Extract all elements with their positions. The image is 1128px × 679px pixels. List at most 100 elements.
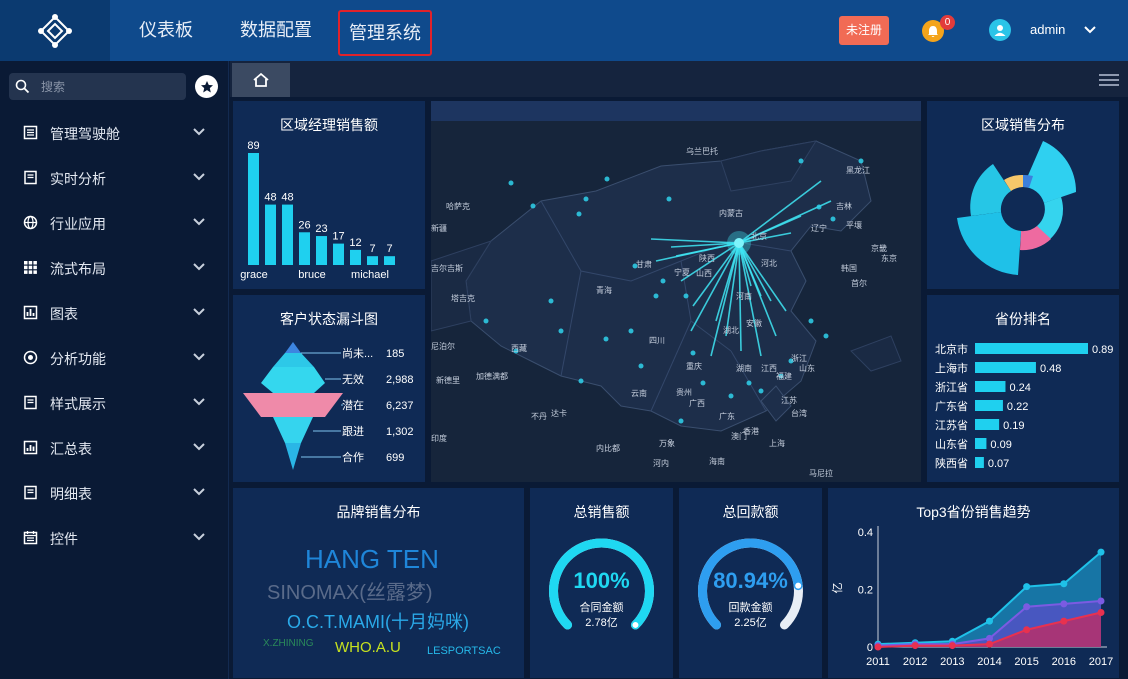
rank-bar[interactable]	[975, 362, 1036, 373]
menu-icon[interactable]	[1099, 73, 1119, 87]
series-point[interactable]	[911, 642, 919, 650]
city-point[interactable]	[578, 378, 584, 384]
rank-bar[interactable]	[975, 457, 984, 468]
favorites-star-icon[interactable]	[195, 75, 218, 98]
x-tick-label: 2012	[903, 656, 927, 668]
series-point[interactable]	[986, 617, 993, 625]
rose-pie-chart[interactable]	[927, 101, 1119, 289]
hub-point[interactable]	[734, 238, 744, 248]
rank-bar[interactable]	[975, 419, 1000, 430]
sidebar-item-realtime[interactable]: 实时分析	[0, 155, 229, 200]
sidebar-item-industry[interactable]: 行业应用	[0, 200, 229, 245]
bar[interactable]	[350, 249, 361, 265]
series-point[interactable]	[1060, 617, 1068, 625]
total-sales-panel: 总销售额 100% 合同金额 2.78亿	[530, 488, 673, 678]
brand-word[interactable]: LESPORTSAC	[427, 645, 501, 657]
rank-bar[interactable]	[975, 400, 1003, 411]
sidebar-item-details[interactable]: 明细表	[0, 470, 229, 515]
funnel-stage-6[interactable]	[285, 443, 301, 470]
city-point[interactable]	[666, 196, 672, 202]
series-point[interactable]	[948, 642, 956, 650]
tab-home[interactable]	[232, 63, 290, 97]
city-point[interactable]	[683, 293, 689, 299]
series-point[interactable]	[1060, 600, 1068, 608]
bar[interactable]	[367, 256, 378, 265]
brand-word[interactable]: X.ZHINING	[263, 638, 314, 649]
rank-bar[interactable]	[975, 438, 987, 449]
rank-bar[interactable]	[975, 381, 1006, 392]
funnel-stage-2[interactable]	[273, 353, 314, 367]
username[interactable]: admin	[1030, 22, 1065, 37]
sidebar-item-summary[interactable]: 汇总表	[0, 425, 229, 470]
city-point[interactable]	[548, 298, 554, 304]
series-point[interactable]	[874, 643, 882, 651]
bar[interactable]	[265, 204, 276, 265]
city-point[interactable]	[690, 350, 696, 356]
search-input[interactable]	[41, 73, 181, 100]
city-point[interactable]	[728, 393, 734, 399]
funnel-stage-3b[interactable]	[261, 367, 325, 393]
logo[interactable]	[0, 0, 110, 61]
chevron-down-icon[interactable]	[1083, 20, 1097, 40]
series-point[interactable]	[1023, 583, 1031, 591]
brand-word[interactable]: WHO.A.U	[335, 639, 401, 656]
pie-slice[interactable]	[1023, 141, 1077, 203]
city-point[interactable]	[603, 336, 609, 342]
china-flow-map[interactable]: 乌兰巴托黑龙江吉林辽宁 内蒙古北京甘肃宁夏青海 山西 河北河南湖北安徽四川 陕西重庆贵州…	[431, 121, 921, 482]
city-point[interactable]	[798, 158, 804, 164]
rank-bar[interactable]	[975, 343, 1088, 354]
city-point[interactable]	[583, 196, 589, 202]
city-point[interactable]	[558, 328, 564, 334]
nav-management-system[interactable]: 管理系统	[338, 10, 432, 56]
brand-word[interactable]: HANG TEN	[305, 544, 439, 574]
city-point[interactable]	[700, 380, 706, 386]
city-point[interactable]	[653, 293, 659, 299]
bar[interactable]	[316, 236, 327, 265]
sidebar-item-styles[interactable]: 样式展示	[0, 380, 229, 425]
city-point[interactable]	[638, 363, 644, 369]
series-point[interactable]	[1097, 609, 1105, 616]
bar[interactable]	[384, 256, 395, 265]
funnel-stage-5[interactable]	[273, 417, 313, 443]
bar[interactable]	[282, 204, 293, 265]
bar[interactable]	[248, 153, 259, 265]
city-point[interactable]	[508, 180, 514, 186]
city-point[interactable]	[758, 388, 764, 394]
bar[interactable]	[299, 232, 310, 265]
sidebar-item-analysis[interactable]: 分析功能	[0, 335, 229, 380]
pie-slice[interactable]	[970, 164, 1011, 216]
sidebar-item-flow-layout[interactable]: 流式布局	[0, 245, 229, 290]
city-point[interactable]	[660, 278, 666, 284]
series-point[interactable]	[986, 640, 993, 648]
nav-data-config[interactable]: 数据配置	[240, 0, 312, 61]
pie-slice[interactable]	[957, 212, 1021, 275]
city-point[interactable]	[858, 158, 864, 164]
series-point[interactable]	[1023, 626, 1031, 634]
avatar[interactable]	[989, 19, 1011, 41]
brand-word[interactable]: O.C.T.MAMI(十月妈咪)	[287, 612, 469, 632]
city-point[interactable]	[816, 204, 822, 210]
series-point[interactable]	[1060, 580, 1068, 588]
series-point[interactable]	[1097, 548, 1105, 556]
city-point[interactable]	[483, 318, 489, 324]
city-point[interactable]	[678, 418, 684, 424]
city-point[interactable]	[576, 211, 582, 217]
bar[interactable]	[333, 243, 344, 265]
funnel-stage-4[interactable]	[243, 393, 343, 417]
series-point[interactable]	[1097, 597, 1105, 605]
funnel-stage-1[interactable]	[285, 342, 301, 353]
city-point[interactable]	[604, 176, 610, 182]
nav-dashboard[interactable]: 仪表板	[139, 0, 193, 61]
sidebar-item-cockpit[interactable]: 管理驾驶舱	[0, 110, 229, 155]
sidebar-item-charts[interactable]: 图表	[0, 290, 229, 335]
city-point[interactable]	[746, 380, 752, 386]
brand-word[interactable]: SINOMAX(丝露梦)	[267, 581, 433, 604]
series-point[interactable]	[1023, 603, 1031, 611]
city-point[interactable]	[530, 203, 536, 209]
city-point[interactable]	[830, 216, 836, 222]
sidebar-item-controls[interactable]: 控件	[0, 515, 229, 560]
unregistered-button[interactable]: 未注册	[839, 16, 889, 45]
city-point[interactable]	[808, 318, 814, 324]
city-point[interactable]	[628, 328, 634, 334]
city-point[interactable]	[823, 333, 829, 339]
